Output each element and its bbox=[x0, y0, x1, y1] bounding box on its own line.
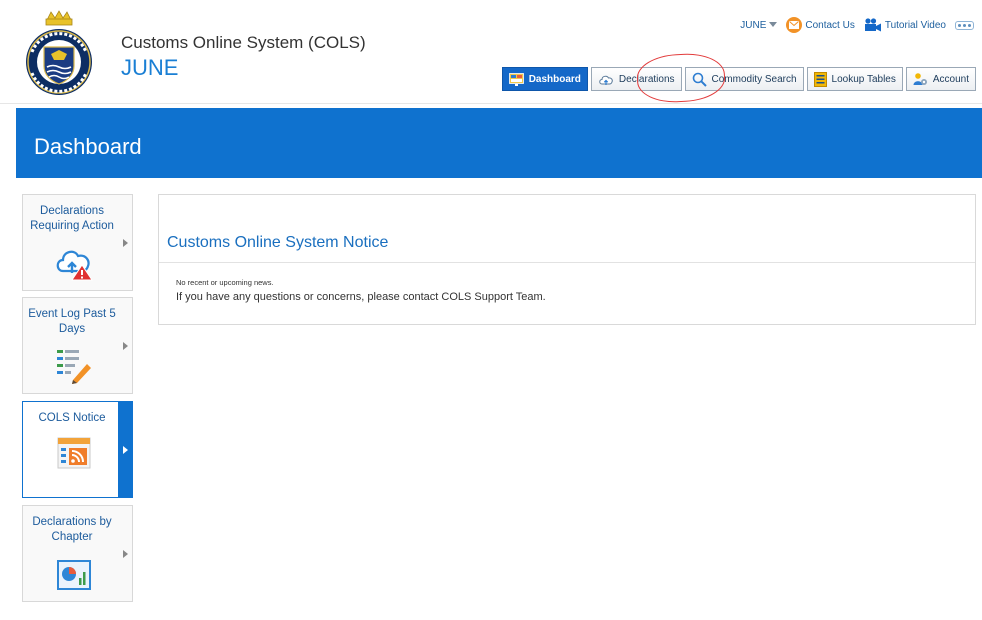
nav-declarations-label: Declarations bbox=[618, 73, 675, 85]
account-icon bbox=[913, 73, 927, 85]
cayman-customs-logo bbox=[26, 10, 92, 95]
chart-icon bbox=[57, 560, 91, 590]
log-edit-icon bbox=[57, 350, 91, 384]
page-banner: Dashboard bbox=[16, 108, 982, 178]
tile-cols-notice[interactable]: COLS Notice bbox=[22, 401, 133, 498]
tile-label: Declarations Requiring Action bbox=[30, 205, 114, 232]
user-name-heading: JUNE bbox=[121, 55, 179, 80]
news-status-text: No recent or upcoming news. bbox=[176, 278, 274, 287]
more-options-icon[interactable] bbox=[955, 20, 974, 30]
nav-lookup-tables-button[interactable]: Lookup Tables bbox=[806, 67, 903, 91]
rss-icon bbox=[57, 437, 91, 469]
video-camera-icon bbox=[864, 18, 881, 32]
tile-label: Event Log Past 5 Days bbox=[28, 308, 116, 335]
tile-expand-arrow[interactable] bbox=[118, 402, 132, 497]
main-nav: Dashboard Declarations Commodity Search … bbox=[501, 67, 976, 91]
cloud-warning-icon bbox=[56, 250, 93, 281]
envelope-icon bbox=[786, 17, 803, 33]
user-menu-label: JUNE bbox=[740, 19, 767, 31]
tutorial-video-link[interactable]: Tutorial Video bbox=[864, 18, 946, 32]
tutorial-video-label: Tutorial Video bbox=[884, 19, 946, 31]
support-message: If you have any questions or concerns, p… bbox=[176, 291, 546, 303]
notice-title: Customs Online System Notice bbox=[167, 234, 389, 251]
utility-bar: JUNE Contact Us Tutorial Video bbox=[740, 17, 974, 33]
nav-dashboard-label: Dashboard bbox=[528, 73, 581, 85]
page-title: Dashboard bbox=[34, 134, 142, 159]
contact-us-label: Contact Us bbox=[805, 19, 855, 31]
nav-account-label: Account bbox=[932, 73, 969, 85]
tile-declarations-requiring-action[interactable]: Declarations Requiring Action bbox=[22, 194, 133, 291]
tile-label: COLS Notice bbox=[38, 412, 106, 424]
nav-commodity-search-label: Commodity Search bbox=[711, 73, 797, 85]
tile-declarations-by-chapter[interactable]: Declarations by Chapter bbox=[22, 505, 133, 602]
dashboard-icon bbox=[508, 72, 524, 86]
search-icon bbox=[692, 72, 707, 87]
contact-us-link[interactable]: Contact Us bbox=[786, 17, 855, 33]
tile-label: Declarations by Chapter bbox=[32, 516, 112, 543]
app-title: Customs Online System (COLS) bbox=[121, 33, 366, 52]
table-list-icon bbox=[813, 71, 827, 87]
nav-declarations-button[interactable]: Declarations bbox=[590, 67, 682, 91]
divider bbox=[159, 262, 975, 263]
tile-expand-arrow[interactable] bbox=[118, 298, 132, 393]
nav-lookup-tables-label: Lookup Tables bbox=[831, 73, 896, 85]
tile-event-log[interactable]: Event Log Past 5 Days bbox=[22, 297, 133, 394]
caret-down-icon bbox=[769, 22, 778, 27]
app-header: Customs Online System (COLS) JUNE JUNE C… bbox=[0, 0, 982, 105]
nav-commodity-search-button[interactable]: Commodity Search bbox=[684, 67, 804, 91]
notice-panel: Customs Online System Notice No recent o… bbox=[158, 194, 976, 325]
nav-dashboard-button[interactable]: Dashboard bbox=[501, 67, 588, 91]
user-menu[interactable]: JUNE bbox=[740, 19, 778, 31]
tile-expand-arrow[interactable] bbox=[118, 195, 132, 290]
cloud-upload-icon bbox=[599, 75, 613, 85]
tile-expand-arrow[interactable] bbox=[118, 506, 132, 601]
nav-account-button[interactable]: Account bbox=[905, 67, 976, 91]
